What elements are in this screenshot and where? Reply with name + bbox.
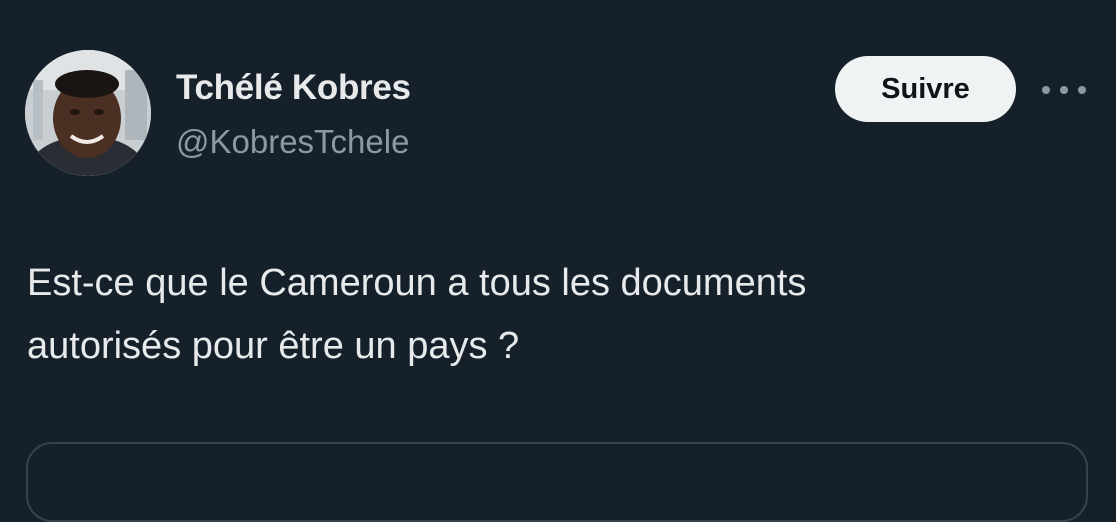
quoted-content-card[interactable]: [26, 442, 1088, 522]
more-horizontal-icon[interactable]: [1042, 80, 1086, 100]
tweet-card: Tchélé Kobres @KobresTchele Suivre Est-c…: [0, 0, 1116, 522]
tweet-text-line: autorisés pour être un pays ?: [27, 325, 520, 367]
display-name[interactable]: Tchélé Kobres: [176, 68, 411, 108]
avatar[interactable]: [25, 50, 151, 176]
user-handle[interactable]: @KobresTchele: [176, 123, 409, 161]
more-dot: [1060, 86, 1068, 94]
follow-button[interactable]: Suivre: [835, 56, 1016, 122]
tweet-text: Est-ce que le Cameroun a tous les docume…: [27, 252, 1097, 378]
more-dot: [1042, 86, 1050, 94]
tweet-text-line: Est-ce que le Cameroun a tous les docume…: [27, 262, 807, 304]
more-dot: [1078, 86, 1086, 94]
avatar-photo: [25, 50, 151, 176]
